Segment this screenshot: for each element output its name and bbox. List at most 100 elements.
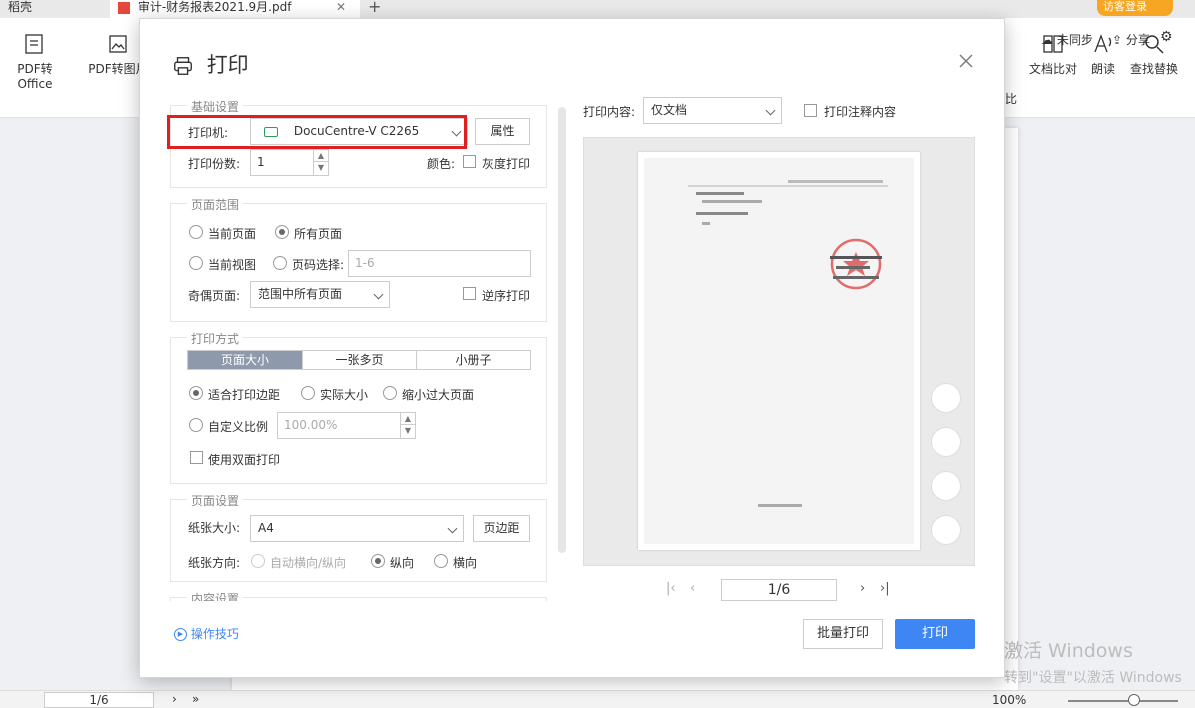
doc-compare-button[interactable]: 文档比对 <box>1026 35 1080 77</box>
portrait-label: 纵向 <box>390 556 415 570</box>
tab-label: 稻壳 <box>8 0 33 14</box>
find-replace-button[interactable]: 查找替换 <box>1128 35 1180 77</box>
current-view-label: 当前视图 <box>208 258 257 272</box>
portrait-radio[interactable] <box>371 554 385 568</box>
print-button[interactable]: 打印 <box>895 619 975 649</box>
layout-tool-icon[interactable] <box>931 383 961 413</box>
page-select-radio[interactable] <box>273 256 287 270</box>
last-page-icon[interactable]: ›| <box>880 581 890 596</box>
shrink-large-label: 缩小过大页面 <box>402 388 475 402</box>
close-icon[interactable]: ✕ <box>336 0 346 14</box>
preview-page-value: 1/6 <box>767 582 791 598</box>
current-view-radio[interactable] <box>189 256 203 270</box>
copies-input[interactable]: 1 ▲ ▼ <box>250 149 329 176</box>
odd-even-select[interactable]: 范围中所有页面 <box>250 281 390 308</box>
margins-label: 页边距 <box>483 521 520 535</box>
grayscale-checkbox[interactable] <box>463 155 476 168</box>
pdf-to-image-icon <box>109 35 127 53</box>
last-page-icon[interactable]: » <box>192 692 199 706</box>
read-aloud-button[interactable]: 朗读 <box>1088 34 1118 77</box>
custom-scale-stepper[interactable]: ▲ ▼ <box>400 413 415 438</box>
share-label: 分享 <box>1125 33 1150 47</box>
tips-label: 操作技巧 <box>190 627 239 641</box>
margins-button[interactable]: 页边距 <box>473 515 530 542</box>
gear-icon[interactable]: ⚙ <box>1160 29 1173 45</box>
zoom-slider-handle[interactable] <box>1128 694 1140 706</box>
fit-margins-radio[interactable] <box>189 386 203 400</box>
new-tab-icon[interactable]: + <box>368 0 381 16</box>
next-page-icon[interactable]: › <box>172 692 177 706</box>
custom-scale-radio[interactable] <box>189 418 203 432</box>
find-replace-label: 查找替换 <box>1129 62 1178 76</box>
paper-size-select[interactable]: A4 <box>250 515 464 542</box>
compare-button[interactable]: 比 <box>1003 90 1019 107</box>
tab-dochub[interactable]: 稻壳 <box>0 0 104 18</box>
tab-page-size-label: 页面大小 <box>220 353 269 367</box>
crop-tool-icon[interactable] <box>931 471 961 501</box>
scroll-mask <box>170 601 550 615</box>
pdf-to-office-button[interactable]: PDF转Office <box>0 34 70 91</box>
actual-size-label: 实际大小 <box>320 388 369 402</box>
settings-scrollbar[interactable] <box>558 107 566 553</box>
zoom-level[interactable]: 100% <box>992 693 1026 707</box>
properties-button[interactable]: 属性 <box>475 118 530 145</box>
arrow-down-icon[interactable]: ▼ <box>314 162 328 174</box>
compare-label: 比 <box>1004 92 1017 106</box>
copies-stepper[interactable]: ▲ ▼ <box>313 150 328 175</box>
reverse-checkbox[interactable] <box>463 287 476 300</box>
first-page-icon[interactable]: |‹ <box>666 581 676 596</box>
paper-size-label: 纸张大小: <box>188 521 241 535</box>
tips-link[interactable]: ▶ 操作技巧 <box>174 625 239 642</box>
next-page-icon[interactable]: › <box>860 581 865 596</box>
chevron-down-icon <box>447 523 458 534</box>
arrow-down-icon[interactable]: ▼ <box>401 425 415 437</box>
sync-status[interactable]: ☁ 未同步 <box>1041 31 1093 48</box>
shrink-large-radio[interactable] <box>383 386 397 400</box>
share-button[interactable]: ⇪ 分享 <box>1112 31 1150 48</box>
current-page-radio[interactable] <box>189 225 203 239</box>
batch-print-button[interactable]: 批量打印 <box>803 619 883 649</box>
arrow-up-icon[interactable]: ▲ <box>314 150 328 162</box>
current-page-label: 当前页面 <box>208 227 257 241</box>
tab-label: 审计-财务报表2021.9月.pdf <box>137 0 292 14</box>
auto-orientation-radio[interactable] <box>251 554 265 568</box>
tab-page-size[interactable]: 页面大小 <box>188 351 302 369</box>
watermark-tool-icon[interactable] <box>931 427 961 457</box>
watermark-line2: 转到"设置"以激活 Windows <box>1004 670 1182 686</box>
share-icon: ⇪ <box>1112 33 1123 47</box>
tab-multi-page[interactable]: 一张多页 <box>302 351 416 369</box>
status-page-input[interactable]: 1/6 <box>44 692 154 708</box>
highlight-box <box>167 115 467 149</box>
select-region-icon[interactable] <box>931 515 961 545</box>
landscape-label: 横向 <box>453 556 478 570</box>
print-annotations-checkbox[interactable] <box>804 104 817 117</box>
odd-even-label: 奇偶页面: <box>188 289 241 303</box>
all-pages-radio[interactable] <box>275 225 289 239</box>
duplex-checkbox[interactable] <box>190 451 203 464</box>
custom-scale-input[interactable]: 100.00% ▲ ▼ <box>277 412 416 439</box>
actual-size-radio[interactable] <box>301 386 315 400</box>
login-button[interactable]: 访客登录 <box>1097 0 1173 16</box>
preview-page-indicator[interactable]: 1/6 <box>721 579 837 601</box>
page-select-input[interactable]: 1-6 <box>348 250 531 277</box>
prev-page-icon[interactable]: ‹ <box>690 581 695 596</box>
duplex-label: 使用双面打印 <box>208 453 281 467</box>
print-content-select[interactable]: 仅文档 <box>643 97 782 124</box>
zoom-slider[interactable] <box>1068 700 1178 702</box>
print-content-value: 仅文档 <box>651 103 688 117</box>
tab-multi-page-label: 一张多页 <box>335 353 384 367</box>
close-icon[interactable] <box>958 53 974 69</box>
play-icon: ▶ <box>174 628 187 641</box>
paper-size-value: A4 <box>258 521 274 535</box>
tab-pdf-file[interactable]: 审计-财务报表2021.9月.pdf ✕ <box>110 0 360 18</box>
color-label: 颜色: <box>427 157 456 171</box>
all-pages-label: 所有页面 <box>294 227 343 241</box>
tab-booklet[interactable]: 小册子 <box>416 351 530 369</box>
pdf-icon <box>118 1 130 14</box>
properties-label: 属性 <box>490 124 515 138</box>
arrow-up-icon[interactable]: ▲ <box>401 413 415 425</box>
odd-even-value: 范围中所有页面 <box>258 287 343 301</box>
landscape-radio[interactable] <box>434 554 448 568</box>
chevron-down-icon <box>765 105 776 116</box>
page-select-placeholder: 1-6 <box>355 256 375 270</box>
